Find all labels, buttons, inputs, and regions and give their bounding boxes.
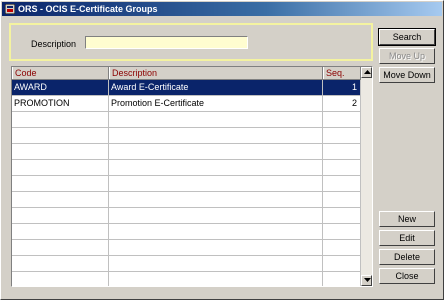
cell-code: AWARD (12, 80, 109, 95)
cell-empty (109, 256, 323, 271)
cell-empty (109, 192, 323, 207)
table-row-empty[interactable] (12, 256, 361, 272)
table-row-empty[interactable] (12, 192, 361, 208)
search-button[interactable]: Search (378, 28, 436, 46)
cell-empty (323, 256, 361, 271)
table-row-empty[interactable] (12, 224, 361, 240)
cell-empty (12, 160, 109, 175)
cell-empty (109, 112, 323, 127)
table-row-empty[interactable] (12, 160, 361, 176)
window-app-icon (5, 4, 15, 14)
new-button[interactable]: New (379, 211, 435, 227)
edit-button[interactable]: Edit (379, 230, 435, 246)
column-header-code[interactable]: Code (12, 67, 109, 79)
title-bar[interactable]: ORS - OCIS E-Certificate Groups (2, 2, 442, 16)
description-label: Description (31, 39, 77, 49)
cell-empty (323, 192, 361, 207)
cell-empty (109, 224, 323, 239)
cell-description: Promotion E-Certificate (109, 96, 323, 111)
cell-empty (323, 240, 361, 255)
table-row-empty[interactable] (12, 144, 361, 160)
cell-empty (12, 112, 109, 127)
delete-button[interactable]: Delete (379, 249, 435, 265)
grid-header: Code Description Seq. (12, 67, 361, 80)
cell-empty (12, 256, 109, 271)
cell-empty (12, 208, 109, 223)
cell-empty (109, 128, 323, 143)
cell-empty (12, 176, 109, 191)
cell-empty (323, 128, 361, 143)
close-button[interactable]: Close (379, 268, 435, 284)
cell-empty (12, 128, 109, 143)
table-row[interactable]: AWARD Award E-Certificate 1 (12, 80, 361, 96)
cell-empty (323, 208, 361, 223)
cell-empty (323, 144, 361, 159)
table-row-empty[interactable] (12, 240, 361, 256)
cell-seq: 2 (323, 96, 361, 111)
cell-code: PROMOTION (12, 96, 109, 111)
move-down-button[interactable]: Move Down (379, 67, 435, 83)
filter-panel: Description (9, 23, 373, 61)
column-header-description[interactable]: Description (109, 67, 323, 79)
grid-body: Code Description Seq. AWARD Award E-Cert… (12, 67, 361, 286)
cell-empty (12, 144, 109, 159)
cell-empty (12, 224, 109, 239)
cell-description: Award E-Certificate (109, 80, 323, 95)
cell-empty (109, 208, 323, 223)
table-row[interactable]: PROMOTION Promotion E-Certificate 2 (12, 96, 361, 112)
table-row-empty[interactable] (12, 112, 361, 128)
cell-empty (109, 176, 323, 191)
move-up-button[interactable]: Move Up (379, 48, 435, 64)
arrow-down-icon (364, 278, 371, 282)
cell-empty (109, 240, 323, 255)
cell-empty (109, 160, 323, 175)
table-row-empty[interactable] (12, 176, 361, 192)
scroll-up-button[interactable] (361, 67, 372, 78)
cell-seq: 1 (323, 80, 361, 95)
cell-empty (323, 272, 361, 286)
cell-empty (109, 272, 323, 286)
cell-empty (109, 144, 323, 159)
e-certificate-groups-window: ORS - OCIS E-Certificate Groups Descript… (0, 0, 444, 300)
groups-grid: Code Description Seq. AWARD Award E-Cert… (11, 66, 373, 287)
table-row-empty[interactable] (12, 208, 361, 224)
description-input[interactable] (85, 36, 248, 49)
column-header-seq[interactable]: Seq. (323, 67, 361, 79)
arrow-up-icon (364, 70, 371, 74)
cell-empty (12, 272, 109, 286)
cell-empty (12, 240, 109, 255)
cell-empty (323, 160, 361, 175)
cell-empty (12, 192, 109, 207)
table-row-empty[interactable] (12, 128, 361, 144)
window-title: ORS - OCIS E-Certificate Groups (18, 4, 158, 14)
cell-empty (323, 112, 361, 127)
cell-empty (323, 224, 361, 239)
scroll-down-button[interactable] (361, 275, 372, 286)
table-row-empty[interactable] (12, 272, 361, 286)
cell-empty (323, 176, 361, 191)
vertical-scrollbar[interactable] (361, 67, 372, 286)
